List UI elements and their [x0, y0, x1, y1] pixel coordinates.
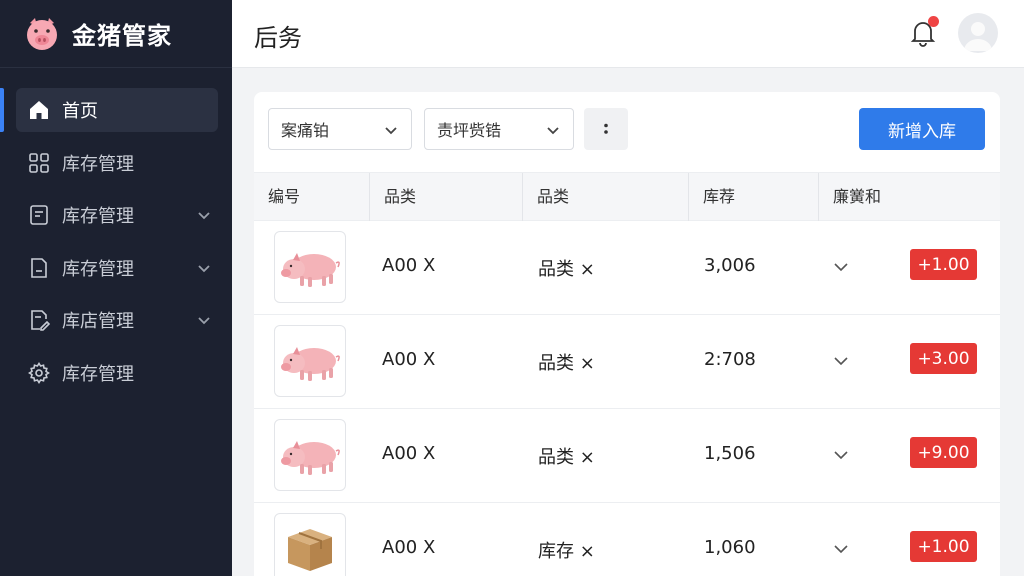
- chevron-down-icon: [198, 317, 210, 325]
- table-header: 编号 品类 品类 库荐 廉黉和: [254, 172, 1000, 221]
- sidebar: 金猪管家 首页 库存管理 库存管理 库存管理 库店管理 库存管理: [0, 0, 232, 576]
- column-header[interactable]: 品类: [369, 173, 522, 221]
- table-row[interactable]: A00 X 库存 × 1,060 +1.00: [254, 503, 1000, 576]
- product-category: 品类 ×: [538, 259, 595, 280]
- file-edit-icon: [28, 309, 50, 331]
- chevron-down-icon[interactable]: [832, 352, 850, 370]
- sidebar-item-inventory[interactable]: 库存管理: [16, 141, 218, 185]
- sidebar-item-inventory-2[interactable]: 库存管理: [16, 193, 218, 237]
- notification-dot: [928, 16, 939, 27]
- change-badge[interactable]: +1.00: [910, 531, 977, 562]
- sidebar-item-label: 库店管理: [62, 311, 134, 332]
- sidebar-item-label: 库存管理: [62, 258, 134, 280]
- filter-select-2[interactable]: 责坪赀锆: [424, 108, 574, 150]
- more-vertical-icon: [604, 123, 608, 134]
- stock-quantity: 1,506: [704, 443, 756, 464]
- more-options-button[interactable]: [584, 108, 628, 150]
- product-category: 品类 ×: [538, 447, 595, 468]
- filter-select-1[interactable]: 案痛铂: [268, 108, 412, 150]
- product-code: A00 X: [382, 349, 436, 370]
- chevron-down-icon[interactable]: [832, 540, 850, 558]
- change-badge[interactable]: +3.00: [910, 343, 977, 374]
- product-thumbnail: [274, 513, 346, 576]
- file-minus-icon: [28, 257, 50, 279]
- filter-select-value: 责坪赀锆: [437, 121, 502, 140]
- sidebar-nav: 首页 库存管理 库存管理 库存管理 库店管理 库存管理: [0, 68, 232, 395]
- home-icon: [28, 99, 50, 121]
- inventory-card: 案痛铂 责坪赀锆 新增入库 编号 品类 品类 库荐 廉黉和 A00 X 品类 ×…: [254, 92, 1000, 576]
- product-code: A00 X: [382, 537, 436, 558]
- product-category: 品类 ×: [538, 353, 595, 374]
- change-badge[interactable]: +1.00: [910, 249, 977, 280]
- pig-image-icon: [281, 253, 340, 287]
- sidebar-item-settings[interactable]: 库存管理: [16, 351, 218, 395]
- chevron-down-icon: [198, 264, 210, 272]
- brand[interactable]: 金猪管家: [0, 0, 232, 68]
- sidebar-item-label: 库存管理: [62, 206, 134, 227]
- sidebar-item-label: 库存管理: [62, 153, 134, 175]
- gear-icon: [28, 361, 50, 384]
- top-header: 后务: [232, 0, 1024, 68]
- stock-quantity: 2:708: [704, 349, 756, 370]
- toolbar: 案痛铂 责坪赀锆 新增入库: [254, 92, 1000, 172]
- add-stock-button[interactable]: 新增入库: [859, 108, 985, 150]
- product-category: 库存 ×: [538, 541, 595, 562]
- sidebar-item-label: 库存管理: [62, 363, 134, 385]
- app-name: 金猪管家: [72, 22, 172, 50]
- stock-quantity: 1,060: [704, 537, 756, 558]
- chevron-down-icon: [198, 212, 210, 220]
- filter-select-value: 案痛铂: [281, 121, 330, 140]
- grid-icon: [28, 152, 50, 174]
- product-thumbnail: [274, 231, 346, 303]
- table-row[interactable]: A00 X 品类 × 1,506 +9.00: [254, 409, 1000, 503]
- page-title: 后务: [254, 24, 302, 52]
- chevron-down-icon: [385, 127, 397, 135]
- pig-logo-icon: [27, 17, 57, 50]
- table-row[interactable]: A00 X 品类 × 3,006 +1.00: [254, 221, 1000, 315]
- product-thumbnail: [274, 325, 346, 397]
- active-indicator: [0, 88, 4, 132]
- chevron-down-icon[interactable]: [832, 446, 850, 464]
- pig-image-icon: [281, 441, 340, 475]
- column-header[interactable]: 廉黉和: [818, 173, 1000, 221]
- sidebar-item-store[interactable]: 库店管理: [16, 298, 218, 342]
- product-thumbnail: [274, 419, 346, 491]
- sidebar-item-inventory-3[interactable]: 库存管理: [16, 246, 218, 290]
- document-icon: [28, 204, 50, 226]
- product-code: A00 X: [382, 443, 436, 464]
- pig-image-icon: [281, 347, 340, 381]
- chevron-down-icon[interactable]: [832, 258, 850, 276]
- column-header[interactable]: 品类: [522, 173, 688, 221]
- chevron-down-icon: [547, 127, 559, 135]
- box-image-icon: [288, 529, 332, 571]
- column-header[interactable]: 编号: [254, 173, 369, 221]
- change-badge[interactable]: +9.00: [910, 437, 977, 468]
- column-header[interactable]: 库荐: [688, 173, 818, 221]
- avatar[interactable]: [958, 13, 998, 53]
- sidebar-item-home[interactable]: 首页: [16, 88, 218, 132]
- stock-quantity: 3,006: [704, 255, 756, 276]
- table-row[interactable]: A00 X 品类 × 2:708 +3.00: [254, 315, 1000, 409]
- sidebar-item-label: 首页: [62, 101, 98, 122]
- product-code: A00 X: [382, 255, 436, 276]
